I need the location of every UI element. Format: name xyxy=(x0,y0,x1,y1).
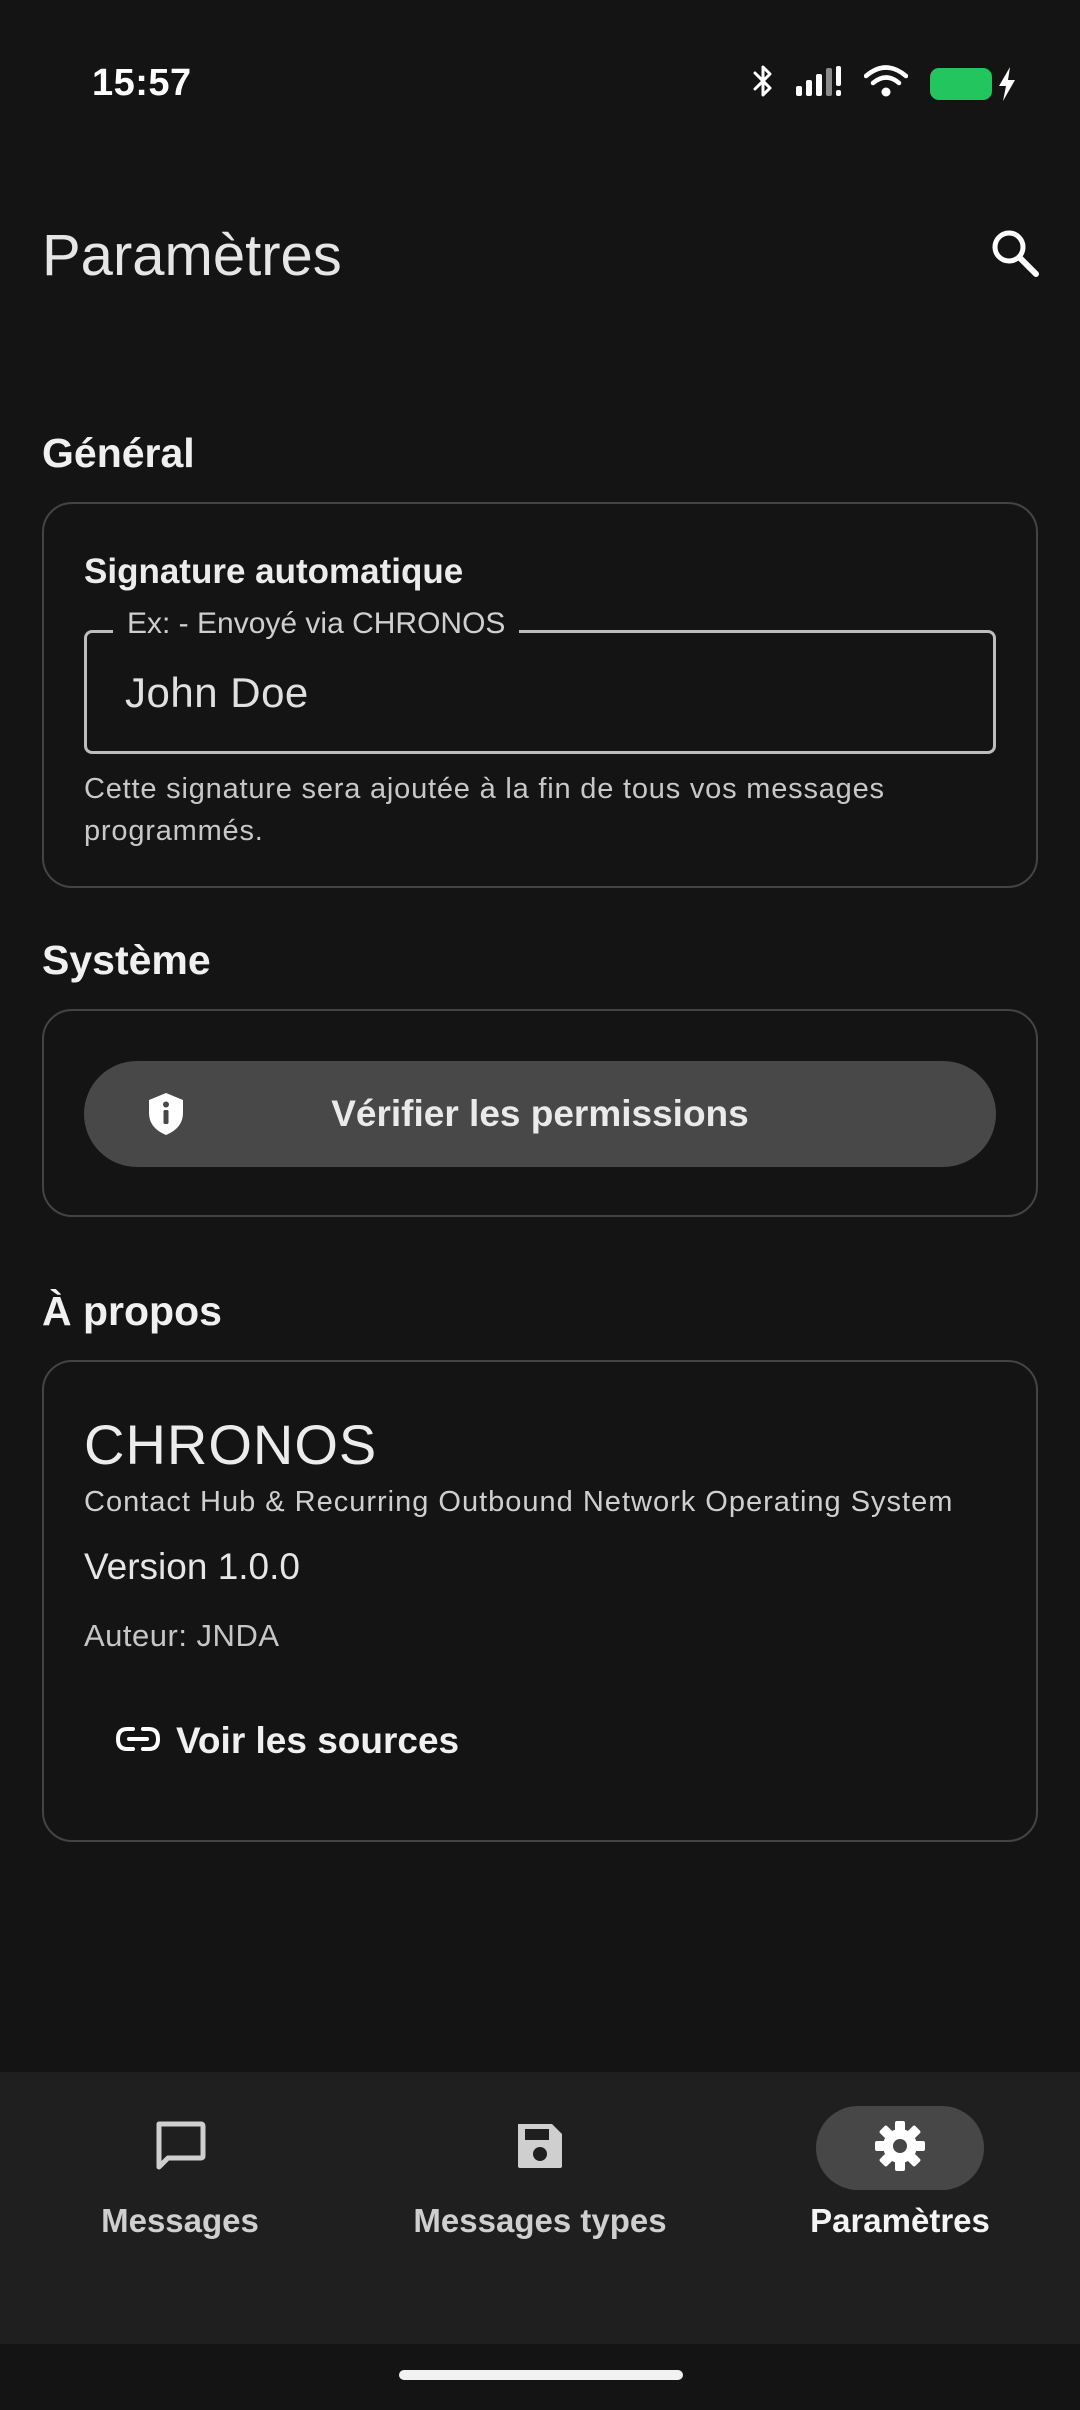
status-icons xyxy=(752,64,1015,103)
view-sources-label: Voir les sources xyxy=(176,1720,460,1761)
system-card: Vérifier les permissions xyxy=(42,1009,1038,1217)
gear-icon xyxy=(873,2119,927,2178)
signal-icon xyxy=(796,66,842,101)
section-header-general: Général xyxy=(42,430,195,476)
signature-input[interactable]: Ex: - Envoyé via CHRONOS John Doe xyxy=(84,607,996,754)
search-button[interactable] xyxy=(985,225,1045,285)
app-author: Auteur: JNDA xyxy=(84,1618,280,1653)
nav-item-settings[interactable]: Paramètres xyxy=(720,2106,1080,2240)
bluetooth-icon xyxy=(752,64,774,103)
status-time: 15:57 xyxy=(92,62,192,104)
nav-active-indicator xyxy=(816,2106,984,2190)
link-icon xyxy=(115,1726,161,1757)
save-icon xyxy=(514,2120,566,2177)
signature-helper-text: Cette signature sera ajoutée à la fin de… xyxy=(84,773,885,847)
signature-field-value[interactable]: John Doe xyxy=(125,669,309,717)
view-sources-button[interactable]: Voir les sources xyxy=(115,1706,460,1776)
home-gesture-handle[interactable] xyxy=(399,2370,683,2380)
nav-icon-container xyxy=(96,2106,264,2190)
signature-field-label: Ex: - Envoyé via CHRONOS xyxy=(113,607,520,641)
general-card: Signature automatique Ex: - Envoyé via C… xyxy=(42,502,1038,888)
app-name-expansion: Contact Hub & Recurring Outbound Network… xyxy=(84,1486,954,1518)
nav-item-message-templates[interactable]: Messages types xyxy=(360,2106,720,2240)
status-bar: 15:57 xyxy=(0,0,1080,170)
signature-title: Signature automatique xyxy=(84,552,464,591)
section-header-about: À propos xyxy=(42,1288,222,1334)
about-card: CHRONOS Contact Hub & Recurring Outbound… xyxy=(42,1360,1038,1842)
nav-label-message-templates: Messages types xyxy=(413,2202,667,2239)
charging-bolt-icon xyxy=(996,66,1018,107)
nav-label-messages: Messages xyxy=(101,2202,259,2239)
gesture-bar xyxy=(0,2344,1080,2410)
section-header-system: Système xyxy=(42,937,211,983)
battery-icon xyxy=(930,66,1015,101)
nav-item-messages[interactable]: Messages xyxy=(0,2106,360,2240)
wifi-icon xyxy=(863,65,909,102)
check-permissions-label: Vérifier les permissions xyxy=(331,1093,749,1134)
page-title: Paramètres xyxy=(42,223,342,288)
nav-icon-container xyxy=(456,2106,624,2190)
app-name: CHRONOS xyxy=(84,1413,378,1476)
shield-info-icon xyxy=(146,1091,186,1142)
search-icon xyxy=(989,227,1041,284)
nav-label-settings: Paramètres xyxy=(810,2202,990,2239)
app-version: Version 1.0.0 xyxy=(84,1546,300,1587)
bottom-navigation: Messages Messages types Paramètres xyxy=(0,2072,1080,2344)
chat-bubble-icon xyxy=(152,2118,208,2179)
check-permissions-button[interactable]: Vérifier les permissions xyxy=(84,1061,996,1167)
